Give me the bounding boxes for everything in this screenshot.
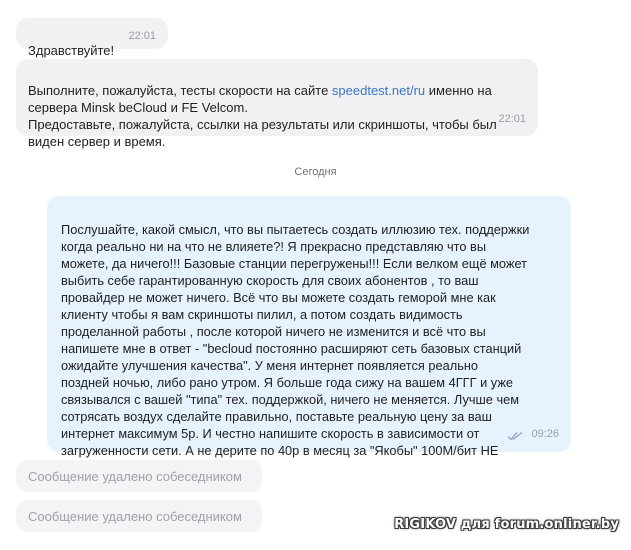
message-time: 22:01 bbox=[498, 113, 526, 125]
message-greeting[interactable]: Здравствуйте! 22:01 bbox=[16, 18, 168, 58]
message-text-before-link: Выполните, пожалуйста, тесты скорости на… bbox=[28, 83, 332, 98]
message-request[interactable]: Выполните, пожалуйста, тесты скорости на… bbox=[16, 59, 538, 149]
date-separator: Сегодня bbox=[294, 166, 337, 178]
deleted-message-text: Сообщение удалено собеседником bbox=[28, 509, 242, 524]
double-check-icon bbox=[507, 431, 523, 441]
message-text: Здравствуйте! bbox=[28, 43, 115, 58]
message-text: Послушайте, какой смысл, что вы пытаетес… bbox=[61, 222, 530, 475]
deleted-message-text: Сообщение удалено собеседником bbox=[28, 469, 242, 484]
speedtest-link[interactable]: speedtest.net/ru bbox=[332, 83, 425, 98]
deleted-message-2[interactable]: Сообщение удалено собеседником bbox=[16, 500, 262, 532]
watermark: RIGIKOV для forum.onliner.by bbox=[394, 517, 619, 532]
message-time: 22:01 bbox=[128, 30, 156, 42]
message-reply[interactable]: Послушайте, какой смысл, что вы пытаетес… bbox=[47, 196, 571, 475]
message-time: 09:26 bbox=[531, 428, 559, 440]
deleted-message-1[interactable]: Сообщение удалено собеседником bbox=[16, 460, 262, 492]
